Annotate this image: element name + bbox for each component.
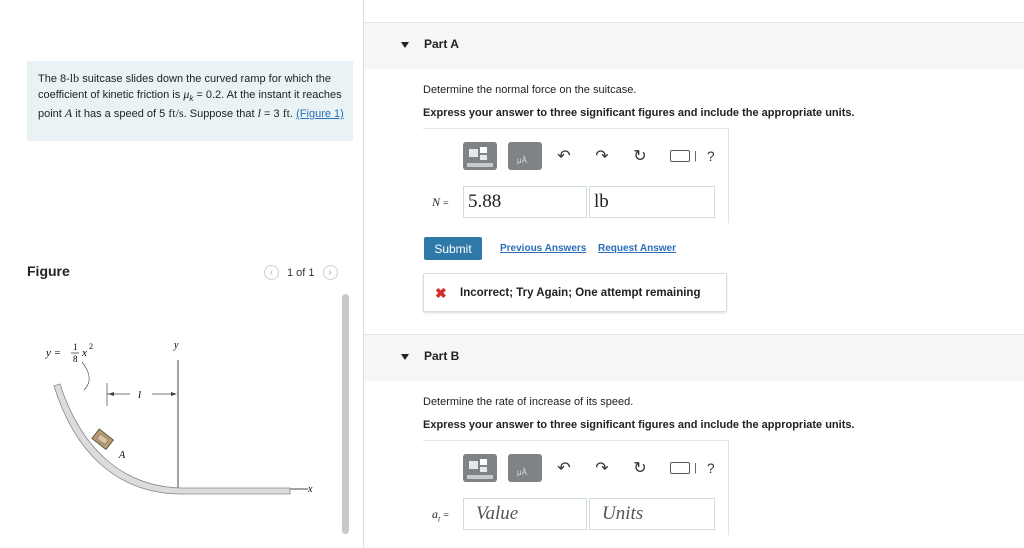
part-a-value-input[interactable]: 5.88 [463, 186, 587, 218]
chevron-left-icon[interactable]: ‹ [264, 265, 279, 280]
undo-icon[interactable]: ↶ [556, 146, 572, 166]
symbols-text: μÅ [517, 468, 527, 477]
collapse-triangle-icon[interactable] [401, 42, 409, 48]
keyboard-bar: | [694, 150, 697, 162]
templates-icon[interactable] [463, 142, 497, 170]
variable-subscript: t [438, 514, 441, 524]
keyboard-icon[interactable] [670, 150, 690, 162]
reset-icon[interactable]: ↻ [632, 458, 648, 478]
templates-icon[interactable] [463, 454, 497, 482]
problem-text: = 3 [260, 108, 283, 121]
part-b-instruction: Express your answer to three significant… [423, 419, 855, 431]
variable-name: N [432, 195, 441, 209]
mass-unit: lb [69, 71, 80, 85]
part-b-variable: at = [432, 507, 449, 523]
y-axis-label: y [173, 340, 179, 351]
part-b-question: Determine the rate of increase of its sp… [423, 396, 634, 408]
equation-y: y = [45, 347, 61, 359]
part-a-question: Determine the normal force on the suitca… [423, 84, 637, 96]
part-a-instruction: Express your answer to three significant… [423, 107, 855, 119]
keyboard-bar: | [694, 462, 697, 474]
feedback-text: Incorrect; Try Again; One attempt remain… [460, 287, 701, 299]
collapse-triangle-icon[interactable] [401, 354, 409, 360]
x-axis-label: x [307, 484, 313, 495]
equation-x: x [81, 347, 87, 359]
part-b-value-input[interactable]: Value [463, 498, 587, 530]
figure-title: Figure [27, 263, 70, 279]
equation-exponent: 2 [89, 342, 93, 351]
previous-answers-link[interactable]: Previous Answers [500, 243, 586, 254]
help-icon[interactable]: ? [707, 460, 715, 476]
figure-nav: ‹ 1 of 1 › [264, 265, 338, 280]
speed-unit: ft/s [168, 106, 184, 121]
problem-text: it has a speed of 5 [72, 108, 169, 121]
redo-icon[interactable]: ↷ [594, 458, 610, 478]
submit-button[interactable]: Submit [424, 237, 482, 260]
problem-statement: The 8-lb suitcase slides down the curved… [27, 61, 353, 141]
redo-icon[interactable]: ↷ [594, 146, 610, 166]
symbols-text: μÅ [517, 156, 527, 165]
reset-icon[interactable]: ↻ [632, 146, 648, 166]
left-panel: The 8-lb suitcase slides down the curved… [0, 0, 362, 548]
part-b-units-input[interactable]: Units [589, 498, 715, 530]
ramp-figure: y = 1 8 x 2 y x l A [45, 340, 313, 495]
part-a-toolbar: μÅ ↶ ↷ ↻ | ? [463, 142, 715, 170]
chevron-right-icon[interactable]: › [322, 265, 338, 280]
l-dimension-label: l [138, 389, 141, 401]
part-b-header[interactable]: Part B [364, 334, 1024, 381]
request-answer-link[interactable]: Request Answer [598, 243, 676, 254]
figure-count: 1 of 1 [287, 266, 315, 279]
equals-sign: = [443, 198, 449, 209]
problem-text: . Suppose that [183, 108, 258, 121]
part-b-toolbar: μÅ ↶ ↷ ↻ | ? [463, 454, 715, 482]
undo-icon[interactable]: ↶ [556, 458, 572, 478]
part-a-header[interactable]: Part A [364, 22, 1024, 69]
panel-divider [363, 0, 364, 548]
part-a-variable: N = [432, 195, 449, 210]
part-a-label: Part A [424, 37, 459, 51]
feedback-box: ✖ Incorrect; Try Again; One attempt rema… [423, 273, 727, 312]
figure-scrollbar[interactable] [342, 294, 349, 534]
problem-text: The 8- [38, 73, 70, 85]
help-icon[interactable]: ? [707, 148, 715, 164]
part-a-units-input[interactable]: lb [589, 186, 715, 218]
x-icon: ✖ [435, 285, 447, 301]
suitcase [91, 428, 114, 451]
symbols-icon[interactable]: μÅ [508, 142, 542, 170]
figure-link[interactable]: (Figure 1) [296, 108, 344, 120]
symbols-icon[interactable]: μÅ [508, 454, 542, 482]
keyboard-icon[interactable] [670, 462, 690, 474]
length-unit: ft [282, 106, 291, 121]
part-b-label: Part B [424, 349, 460, 363]
equation-denominator: 8 [73, 354, 78, 364]
point-a-label: A [118, 450, 126, 461]
equation-numerator: 1 [73, 342, 78, 352]
equals-sign: = [443, 510, 449, 521]
